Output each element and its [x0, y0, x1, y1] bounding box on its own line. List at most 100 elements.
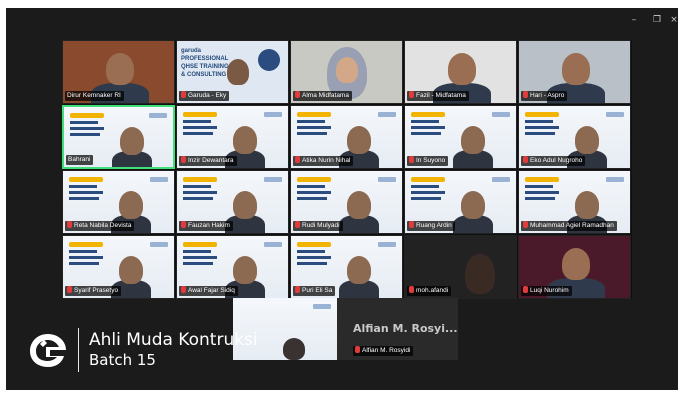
mic-muted-icon	[409, 286, 414, 293]
participant-name: Awal Fajar Sidiq	[179, 286, 238, 296]
banner-line: QHSE TRAINING	[181, 64, 229, 70]
participant-name-text: Alma Midfatama	[302, 92, 349, 99]
participant-tile[interactable]: Awal Fajar Sidiq	[176, 235, 289, 299]
mic-muted-icon	[181, 91, 186, 98]
mic-muted-icon	[181, 286, 186, 293]
participant-face	[227, 59, 249, 85]
participant-face	[461, 126, 485, 154]
participant-name-text: Fazil - Midfatama	[416, 92, 466, 99]
participant-tile[interactable]: Inzir Dewantara	[176, 105, 289, 169]
participant-tile[interactable]: Ruang Ardin	[404, 170, 517, 234]
garuda-logo-icon	[258, 49, 280, 71]
participant-face	[120, 127, 144, 155]
participant-face	[465, 254, 495, 294]
participant-name-text: Hari - Aspro	[530, 92, 565, 99]
participant-tile[interactable]: Bahrani	[62, 105, 175, 169]
participant-face	[461, 191, 485, 219]
participant-name-text: Puri Eli Sa	[302, 287, 333, 294]
participant-name: Hari - Aspro	[521, 91, 568, 101]
participant-tile[interactable]: Hari - Aspro	[518, 40, 631, 104]
participant-face	[119, 256, 143, 284]
mic-muted-icon	[295, 156, 300, 163]
garuda-logo-icon	[30, 334, 66, 367]
participant-name-text: Awal Fajar Sidiq	[188, 287, 235, 294]
participant-name: Fazil - Midfatama	[407, 91, 469, 101]
participant-name: Bahrani	[66, 155, 94, 165]
participant-face	[106, 53, 134, 85]
event-title: Ahli Muda Kontruksi	[89, 330, 258, 350]
participant-tile[interactable]: moh.afandi	[404, 235, 517, 299]
mic-muted-icon	[295, 91, 300, 98]
participant-name: Alfian M. Rosyidi	[353, 346, 414, 356]
participant-name-text: Rudi Mulyadi	[302, 222, 340, 229]
participant-name-text: Garuda - Eky	[188, 92, 227, 99]
banner-text: garuda PROFESSIONAL QHSE TRAINING & CONSULT…	[181, 47, 229, 79]
participant-face	[575, 126, 599, 154]
participant-face	[562, 53, 590, 85]
participant-name: Alma Midfatama	[293, 91, 352, 101]
participant-tile[interactable]: Reta Nabila Devista	[62, 170, 175, 234]
participant-name: Inzir Dewantara	[179, 156, 237, 166]
participant-name: Muhammad Agiel Ramadhan	[521, 221, 617, 231]
participant-tile[interactable]: Rudi Mulyadi	[290, 170, 403, 234]
participant-tile[interactable]: Eko Adul Nugroho	[518, 105, 631, 169]
mic-muted-icon	[181, 156, 186, 163]
participant-name: In Suyono	[407, 156, 449, 166]
participant-name-text: Eko Adul Nugroho	[530, 157, 583, 164]
participant-name-text: Inzir Dewantara	[188, 157, 234, 164]
close-button[interactable]: ×	[670, 14, 678, 26]
participant-name-text: Bahrani	[68, 156, 91, 163]
participant-face	[448, 53, 476, 85]
participant-name: Rudi Mulyadi	[293, 221, 343, 231]
event-branding: Ahli Muda Kontruksi Batch 15	[26, 326, 326, 374]
participant-tile[interactable]: Atika Nurin Nihal	[290, 105, 403, 169]
participant-face	[347, 191, 371, 219]
participant-tile[interactable]: garuda PROFESSIONAL QHSE TRAINING & CONSULT…	[176, 40, 289, 104]
banner-line: & CONSULTING	[181, 72, 227, 78]
speaker-display-name: Alfian M. Rosyi...	[353, 322, 458, 335]
mic-muted-icon	[523, 91, 528, 98]
participant-tile[interactable]: Puri Eli Sa	[290, 235, 403, 299]
participant-face	[562, 248, 590, 280]
participant-name-text: Ruang Ardin	[416, 222, 452, 229]
participant-tile[interactable]: Dirur Kemnaker RI	[62, 40, 175, 104]
participant-tile[interactable]: Muhammad Agiel Ramadhan	[518, 170, 631, 234]
participant-name-text: moh.afandi	[416, 287, 449, 294]
participant-name: Syarif Prasetyo	[65, 286, 122, 296]
participant-name-text: Dirur Kemnaker RI	[67, 92, 121, 99]
participant-face	[347, 126, 371, 154]
participant-face	[575, 191, 599, 219]
participant-face	[233, 191, 257, 219]
participant-tile[interactable]: Luqi Nurohim	[518, 235, 631, 299]
mic-muted-icon	[295, 286, 300, 293]
participant-tile[interactable]: In Suyono	[404, 105, 517, 169]
participant-name: Fauzan Hakim	[179, 221, 233, 231]
minimize-button[interactable]: –	[628, 14, 640, 26]
participant-face	[233, 126, 257, 154]
participant-tile[interactable]: Syarif Prasetyo	[62, 235, 175, 299]
participant-name-text: Reta Nabila Devista	[74, 222, 132, 229]
mic-muted-icon	[523, 286, 528, 293]
participant-tile[interactable]: Alma Midfatama	[290, 40, 403, 104]
participant-tile[interactable]: Fazil - Midfatama	[404, 40, 517, 104]
participant-name: Eko Adul Nugroho	[521, 156, 586, 166]
brand-divider	[78, 328, 79, 372]
mic-muted-icon	[295, 221, 300, 228]
banner-line: garuda	[181, 48, 202, 54]
mic-muted-icon	[181, 221, 186, 228]
mic-muted-icon	[355, 346, 360, 353]
participant-name: Atika Nurin Nihal	[293, 156, 354, 166]
participant-face	[336, 57, 358, 83]
participant-tile[interactable]: Fauzan Hakim	[176, 170, 289, 234]
mic-muted-icon	[409, 156, 414, 163]
participant-name: Puri Eli Sa	[293, 286, 336, 296]
participant-name-text: Muhammad Agiel Ramadhan	[530, 222, 614, 229]
participant-name: Dirur Kemnaker RI	[65, 91, 124, 101]
participant-name-text: Luqi Nurohim	[530, 287, 569, 294]
restore-button[interactable]: ❐	[651, 14, 663, 26]
banner-line: PROFESSIONAL	[181, 56, 229, 62]
mic-muted-icon	[409, 91, 414, 98]
participant-name: Reta Nabila Devista	[65, 221, 135, 231]
mic-muted-icon	[523, 156, 528, 163]
participant-name-text: In Suyono	[416, 157, 446, 164]
